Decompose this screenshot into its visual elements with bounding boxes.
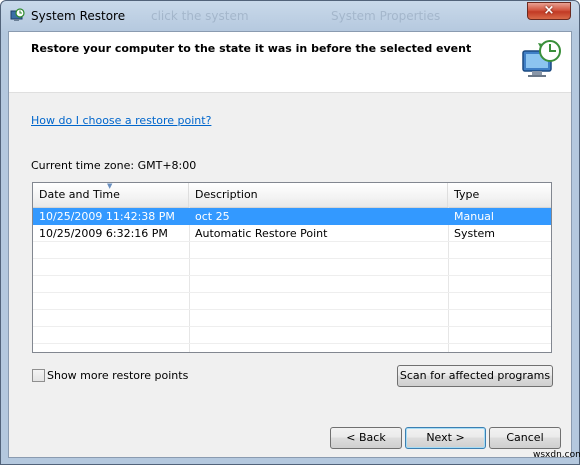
row-gridline bbox=[33, 326, 551, 327]
scan-affected-programs-button[interactable]: Scan for affected programs bbox=[397, 365, 553, 387]
window-title: System Restore bbox=[31, 9, 126, 23]
next-button[interactable]: Next > bbox=[405, 427, 486, 449]
row-gridline bbox=[33, 275, 551, 276]
restore-points-list[interactable]: ▼ Date and Time Description Type 10/25/2… bbox=[32, 182, 552, 353]
close-icon: × bbox=[543, 3, 555, 18]
column-label: Type bbox=[454, 188, 480, 201]
sort-ascending-icon: ▼ bbox=[107, 182, 113, 190]
cell-type: System bbox=[454, 227, 496, 240]
cell-date-time: 10/25/2009 11:42:38 PM bbox=[39, 210, 175, 223]
timezone-label: Current time zone: GMT+8:00 bbox=[31, 159, 197, 172]
system-restore-icon bbox=[522, 40, 561, 77]
row-gridline bbox=[33, 258, 551, 259]
list-header: ▼ Date and Time Description Type bbox=[33, 183, 551, 208]
watermark: wsxdn.com bbox=[533, 450, 580, 460]
show-more-checkbox[interactable] bbox=[32, 369, 45, 382]
show-more-label[interactable]: Show more restore points bbox=[47, 369, 188, 382]
wizard-content: Restore your computer to the state it wa… bbox=[8, 31, 572, 458]
table-row[interactable]: 10/25/2009 11:42:38 PM oct 25 Manual bbox=[33, 208, 551, 225]
back-button[interactable]: < Back bbox=[330, 427, 402, 449]
title-bar[interactable]: System Restore click the system System P… bbox=[1, 1, 579, 31]
cancel-button[interactable]: Cancel bbox=[489, 427, 561, 449]
help-link[interactable]: How do I choose a restore point? bbox=[31, 114, 211, 127]
column-header-type[interactable]: Type bbox=[448, 183, 551, 207]
row-gridline bbox=[33, 309, 551, 310]
table-row[interactable]: 10/25/2009 6:32:16 PM Automatic Restore … bbox=[33, 225, 551, 242]
cell-description: Automatic Restore Point bbox=[195, 227, 328, 240]
background-ghost-text: click the system bbox=[151, 9, 249, 23]
system-restore-window: System Restore click the system System P… bbox=[0, 0, 580, 465]
wizard-header: Restore your computer to the state it wa… bbox=[9, 32, 571, 93]
cell-description: oct 25 bbox=[195, 210, 230, 223]
row-gridline bbox=[33, 292, 551, 293]
column-header-date-time[interactable]: ▼ Date and Time bbox=[33, 183, 189, 207]
cell-date-time: 10/25/2009 6:32:16 PM bbox=[39, 227, 168, 240]
column-label: Description bbox=[195, 188, 258, 201]
row-gridline bbox=[33, 343, 551, 344]
background-ghost-text: System Properties bbox=[331, 9, 441, 23]
column-header-description[interactable]: Description bbox=[189, 183, 448, 207]
page-title: Restore your computer to the state it wa… bbox=[31, 42, 472, 55]
cell-type: Manual bbox=[454, 210, 494, 223]
system-restore-icon bbox=[10, 8, 25, 21]
close-button[interactable]: × bbox=[527, 2, 571, 20]
